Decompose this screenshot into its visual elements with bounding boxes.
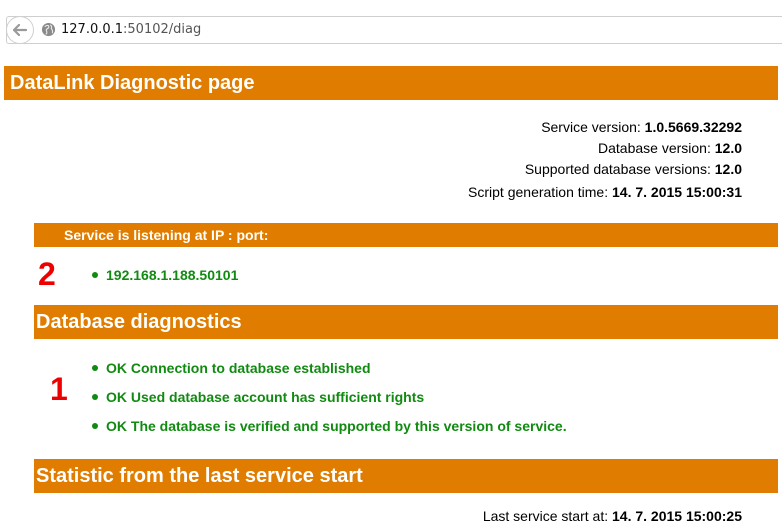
bullet-icon xyxy=(92,365,98,371)
page-title: DataLink Diagnostic page xyxy=(4,66,778,100)
url-host: 127.0.0.1 xyxy=(61,22,124,37)
script-generation-row: Script generation time: 14. 7. 2015 15:0… xyxy=(468,183,742,201)
last-start-row: Last service start at: 14. 7. 2015 15:00… xyxy=(483,507,742,525)
last-start-value: 14. 7. 2015 15:00:25 xyxy=(612,508,742,524)
globe-icon xyxy=(41,22,56,37)
list-item: OK Connection to database established xyxy=(92,359,371,377)
listening-address: 192.168.1.188.50101 xyxy=(106,267,239,283)
address-bar[interactable]: 127.0.0.1:50102/diag xyxy=(6,16,782,44)
supported-versions-row: Supported database versions: 12.0 xyxy=(525,160,742,178)
listening-heading: Service is listening at IP : port: xyxy=(34,223,778,247)
annotation-marker-2: 2 xyxy=(38,256,56,292)
list-item: OK Used database account has sufficient … xyxy=(92,388,424,406)
service-version-value: 1.0.5669.32292 xyxy=(644,119,742,135)
url-text[interactable]: 127.0.0.1:50102/diag xyxy=(61,22,201,38)
script-generation-label: Script generation time: xyxy=(468,184,609,200)
database-version-row: Database version: 12.0 xyxy=(598,139,742,157)
browser-toolbar: 127.0.0.1:50102/diag xyxy=(0,0,782,44)
diagnostic-text: OK Used database account has sufficient … xyxy=(106,389,425,405)
database-diagnostics-heading: Database diagnostics xyxy=(34,305,778,339)
database-version-value: 12.0 xyxy=(714,140,742,156)
supported-versions-label: Supported database versions: xyxy=(524,161,711,177)
script-generation-value: 14. 7. 2015 15:00:31 xyxy=(612,184,742,200)
url-path: :50102/diag xyxy=(123,22,202,37)
database-version-label: Database version: xyxy=(598,140,711,156)
last-start-label: Last service start at: xyxy=(482,508,609,524)
back-button[interactable] xyxy=(6,16,34,44)
list-item: 192.168.1.188.50101 xyxy=(92,266,238,284)
diagnostic-text: OK The database is verified and supporte… xyxy=(106,418,567,434)
bullet-icon xyxy=(92,394,98,400)
bullet-icon xyxy=(92,272,98,278)
supported-versions-value: 12.0 xyxy=(714,161,742,177)
service-version-row: Service version: 1.0.5669.32292 xyxy=(541,118,742,136)
back-arrow-icon xyxy=(13,24,27,36)
statistic-heading: Statistic from the last service start xyxy=(34,459,778,493)
list-item: OK The database is verified and supporte… xyxy=(92,417,567,435)
service-version-label: Service version: xyxy=(541,119,641,135)
annotation-marker-1: 1 xyxy=(50,371,68,407)
diagnostic-text: OK Connection to database established xyxy=(106,360,371,376)
bullet-icon xyxy=(92,423,98,429)
